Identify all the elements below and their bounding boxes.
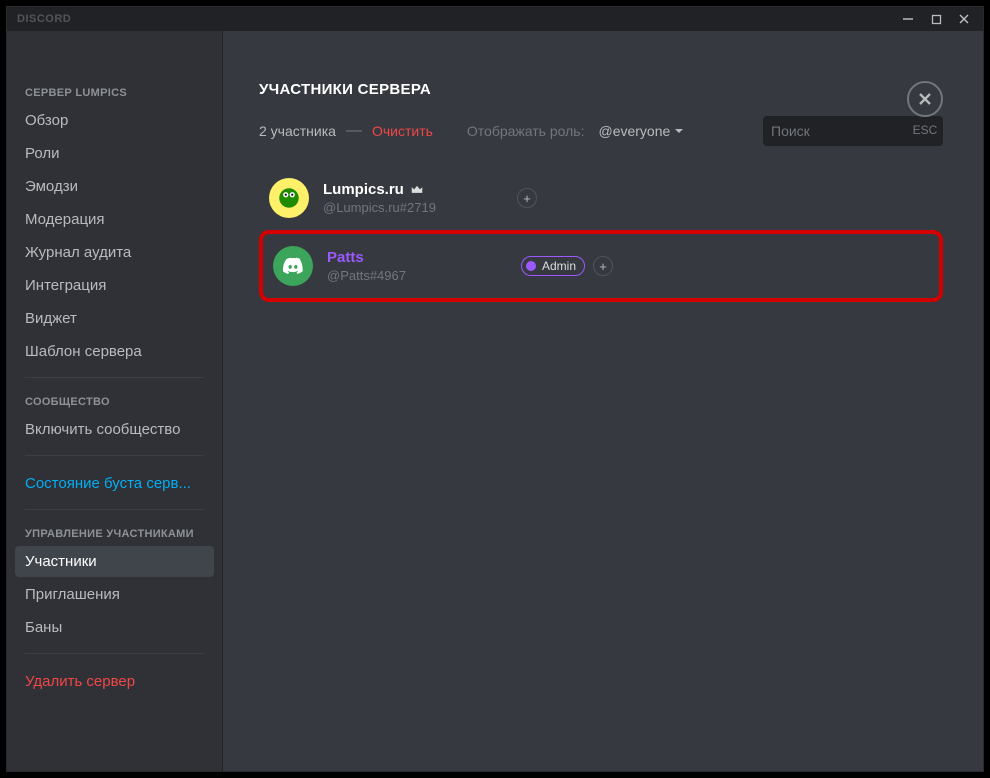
avatar (273, 246, 313, 286)
member-info: Patts @Patts#4967 (327, 249, 507, 283)
sidebar-header-community: СООБЩЕСТВО (15, 390, 214, 414)
member-tag: @Lumpics.ru#2719 (323, 200, 503, 215)
minimize-icon (902, 13, 914, 25)
member-name: Patts (327, 249, 507, 266)
close-esc-group: ESC (907, 81, 943, 137)
sidebar-divider (25, 455, 204, 456)
sidebar-item[interactable]: Включить сообщество (15, 414, 214, 445)
sidebar-divider (25, 653, 204, 654)
content: СЕРВЕР LUMPICS ОбзорРолиЭмодзиМодерацияЖ… (7, 31, 983, 771)
minimize-button[interactable] (895, 9, 921, 29)
member-tag: @Patts#4967 (327, 268, 507, 283)
members-toolbar: 2 участника — Очистить Отображать роль: … (259, 116, 943, 146)
maximize-button[interactable] (923, 9, 949, 29)
role-color-dot (526, 261, 536, 271)
member-roles: Admin + (521, 256, 613, 276)
add-role-button[interactable]: + (517, 188, 537, 208)
members-list: Lumpics.ru @Lumpics.ru#2719 + Patts @Patts#4… (259, 166, 943, 302)
sidebar-item[interactable]: Шаблон сервера (15, 336, 214, 367)
sidebar-item[interactable]: Участники (15, 546, 214, 577)
sidebar-item[interactable]: Интеграция (15, 270, 214, 301)
sidebar-header-user-management: УПРАВЛЕНИЕ УЧАСТНИКАМИ (15, 522, 214, 546)
sidebar-boost-status[interactable]: Состояние буста серв... (15, 468, 214, 499)
member-info: Lumpics.ru @Lumpics.ru#2719 (323, 181, 503, 215)
sidebar-item[interactable]: Приглашения (15, 579, 214, 610)
dash: — (346, 122, 362, 140)
role-chip[interactable]: Admin (521, 256, 585, 276)
sidebar-header-server: СЕРВЕР LUMPICS (15, 81, 214, 105)
settings-sidebar: СЕРВЕР LUMPICS ОбзорРолиЭмодзиМодерацияЖ… (7, 31, 223, 771)
sidebar-item[interactable]: Обзор (15, 105, 214, 136)
avatar-image (276, 185, 302, 211)
main-panel: ESC УЧАСТНИКИ СЕРВЕРА 2 участника — Очис… (223, 31, 983, 771)
role-filter-label: Отображать роль: (467, 123, 585, 139)
titlebar: DISCORD (7, 7, 983, 31)
page-title: УЧАСТНИКИ СЕРВЕРА (259, 81, 943, 98)
member-row[interactable]: Lumpics.ru @Lumpics.ru#2719 + (259, 166, 943, 230)
discord-logo-icon (281, 257, 305, 275)
maximize-icon (931, 14, 942, 25)
close-icon (958, 13, 970, 25)
member-row[interactable]: Patts @Patts#4967 Admin + (259, 230, 943, 302)
owner-crown-icon (410, 183, 424, 197)
sidebar-divider (25, 509, 204, 510)
app-frame: DISCORD СЕРВЕР LUMPICS ОбзорРолиЭмодзиМо… (6, 6, 984, 772)
sidebar-item[interactable]: Эмодзи (15, 171, 214, 202)
clear-filter-button[interactable]: Очистить (372, 123, 433, 139)
chevron-down-icon (674, 126, 684, 136)
role-filter-select[interactable]: @everyone (594, 121, 688, 141)
add-role-button[interactable]: + (593, 256, 613, 276)
close-settings-button[interactable] (907, 81, 943, 117)
member-count: 2 участника (259, 123, 336, 139)
esc-label: ESC (913, 123, 938, 137)
close-icon (917, 91, 933, 107)
sidebar-divider (25, 377, 204, 378)
member-roles: + (517, 188, 537, 208)
sidebar-item[interactable]: Журнал аудита (15, 237, 214, 268)
app-name: DISCORD (17, 13, 71, 25)
sidebar-item[interactable]: Виджет (15, 303, 214, 334)
sidebar-item[interactable]: Модерация (15, 204, 214, 235)
member-name: Lumpics.ru (323, 181, 503, 198)
close-window-button[interactable] (951, 9, 977, 29)
sidebar-item[interactable]: Роли (15, 138, 214, 169)
role-name: Admin (542, 259, 576, 273)
avatar (269, 178, 309, 218)
role-filter-value: @everyone (598, 123, 670, 139)
sidebar-delete-server[interactable]: Удалить сервер (15, 666, 214, 697)
sidebar-item[interactable]: Баны (15, 612, 214, 643)
window-controls (895, 9, 977, 29)
